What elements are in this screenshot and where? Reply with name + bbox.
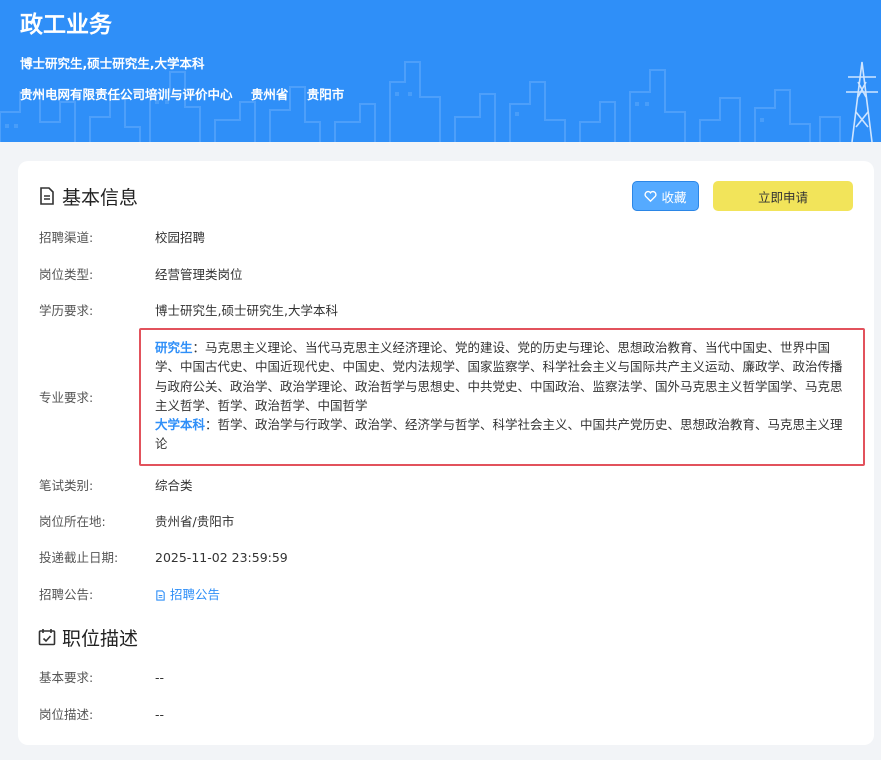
notice-value-wrap: 招聘公告 [155, 586, 220, 606]
header-banner: 政工业务 博士研究生,硕士研究生,大学本科 贵州电网有限责任公司培训与评价中心 … [0, 0, 881, 142]
basic-info-title: 基本信息 [62, 186, 139, 209]
heart-icon [644, 190, 658, 202]
company-name: 贵州电网有限责任公司培训与评价中心 [20, 87, 233, 102]
channel-value: 校园招聘 [155, 230, 206, 245]
desc-value: -- [155, 707, 165, 722]
location-value: 贵州省/贵阳市 [155, 514, 235, 529]
undergrad-tag: 大学本科 [155, 417, 206, 433]
calendar-check-icon [38, 629, 56, 646]
education-summary: 博士研究生,硕士研究生,大学本科 [20, 56, 205, 71]
exam-label: 笔试类别: [39, 478, 94, 493]
channel-label: 招聘渠道: [39, 230, 94, 245]
desc-label: 岗位描述: [39, 707, 94, 722]
favorite-button[interactable]: 收藏 [632, 181, 699, 211]
detail-card: 基本信息 收藏 立即申请 招聘渠道: 校园招聘 岗位类型: 经营管理类岗位 学历… [18, 161, 874, 745]
major-requirements: 研究生：马克思主义理论、当代马克思主义经济理论、党的建设、党的历史与理论、思想政… [139, 328, 865, 466]
location-label: 岗位所在地: [39, 514, 106, 529]
notice-label: 招聘公告: [39, 587, 94, 602]
basic-info-header: 基本信息 [38, 183, 138, 209]
undergrad-majors: ：哲学、政治学与行政学、政治学、经济学与哲学、科学社会主义、中国共产党历史、思想… [155, 417, 843, 452]
favorite-label: 收藏 [661, 189, 687, 205]
deadline-label: 投递截止日期: [39, 550, 119, 565]
notice-link[interactable]: 招聘公告 [155, 586, 220, 604]
basic-req-label: 基本要求: [39, 670, 94, 685]
file-link-icon [156, 589, 165, 601]
apply-button[interactable]: 立即申请 [713, 181, 853, 211]
exam-value: 综合类 [155, 478, 193, 493]
deadline-value: 2025-11-02 23:59:59 [155, 550, 288, 565]
graduate-majors: ：马克思主义理论、当代马克思主义经济理论、党的建设、党的历史与理论、思想政治教育… [155, 340, 843, 413]
job-title: 政工业务 [20, 12, 112, 38]
basic-req-value: -- [155, 670, 165, 685]
education-value: 博士研究生,硕士研究生,大学本科 [155, 303, 338, 318]
position-type-value: 经营管理类岗位 [155, 267, 243, 282]
graduate-tag: 研究生 [155, 340, 193, 355]
province: 贵州省 [250, 87, 289, 102]
city: 贵阳市 [306, 87, 345, 102]
job-desc-header: 职位描述 [38, 624, 138, 650]
employer-meta: 贵州电网有限责任公司培训与评价中心 贵州省 贵阳市 [20, 86, 358, 104]
document-icon [40, 187, 54, 205]
position-type-label: 岗位类型: [39, 267, 94, 282]
notice-link-label: 招聘公告 [170, 587, 221, 602]
education-label: 学历要求: [39, 303, 94, 318]
power-tower-icon [846, 61, 878, 142]
major-label: 专业要求: [39, 390, 94, 405]
job-desc-title: 职位描述 [62, 627, 139, 650]
